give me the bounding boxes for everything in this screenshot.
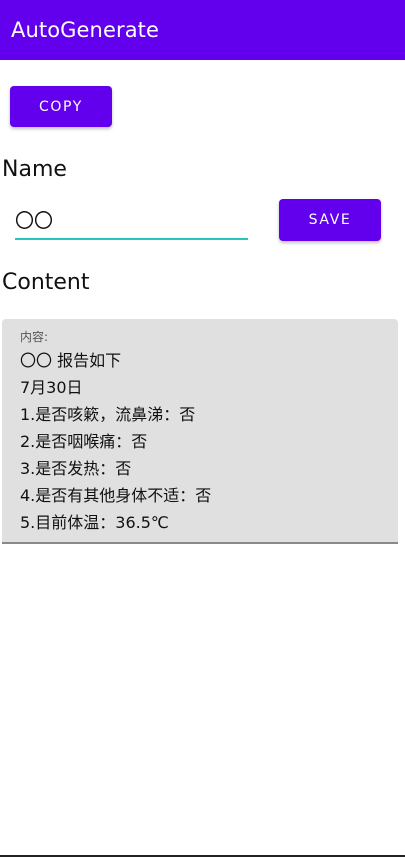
- content-hint: 内容:: [20, 330, 49, 344]
- content-text[interactable]: 〇〇 报告如下 7月30日 1.是否咳簌，流鼻涕：否 2.是否咽喉痛：否 3.是…: [20, 347, 398, 536]
- save-button[interactable]: SAVE: [279, 199, 381, 241]
- copy-button[interactable]: COPY: [10, 86, 112, 127]
- name-input[interactable]: [15, 205, 248, 240]
- content-label: Content: [2, 270, 90, 295]
- app-title: AutoGenerate: [11, 18, 160, 42]
- content-field[interactable]: 内容: 〇〇 报告如下 7月30日 1.是否咳簌，流鼻涕：否 2.是否咽喉痛：否…: [2, 319, 398, 544]
- name-label: Name: [2, 157, 67, 182]
- app-bar: AutoGenerate: [0, 0, 405, 60]
